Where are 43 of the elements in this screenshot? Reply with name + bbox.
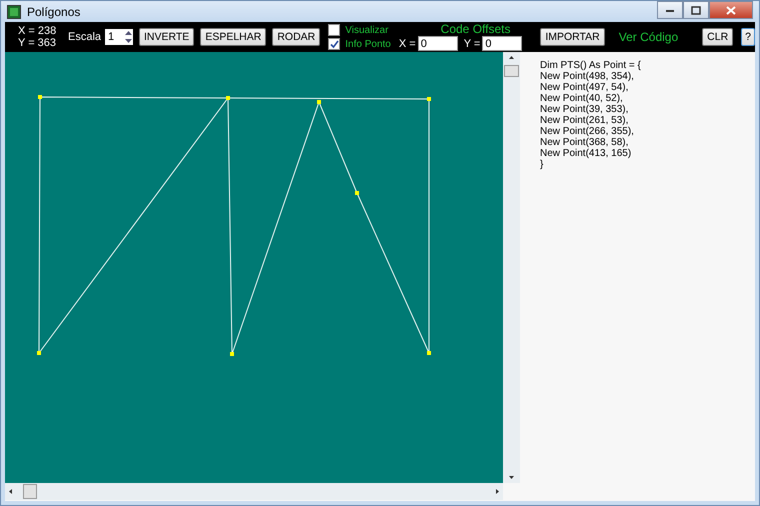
code-line: New Point(261, 53), (540, 115, 630, 126)
toolbar-button[interactable]: RODAR (272, 28, 320, 46)
checkbox-label: Info Ponto (345, 38, 391, 50)
code-line: New Point(40, 52), (540, 93, 624, 104)
help-button[interactable]: ? (741, 28, 755, 46)
checkbox-label: Visualizar (345, 24, 388, 36)
spinner-arrows-icon (124, 29, 133, 45)
clear-button[interactable]: CLR (702, 28, 734, 46)
coordinate-readout: Y = 363 (18, 37, 58, 49)
offset-field[interactable]: 0 (482, 36, 522, 51)
minimize-icon (665, 7, 675, 13)
close-icon (726, 6, 736, 14)
maximize-icon (691, 6, 701, 14)
toolbar-button[interactable]: ESPELHAR (200, 28, 266, 46)
view-code-label: Ver Código (618, 30, 678, 44)
close-button[interactable] (709, 1, 753, 19)
code-line: New Point(497, 54), (540, 82, 630, 93)
code-line: New Point(39, 353), (540, 104, 630, 115)
scale-spinner[interactable]: 1 (105, 29, 133, 45)
code-line: } (540, 159, 544, 170)
app-icon (7, 4, 21, 18)
minimize-button[interactable] (657, 1, 683, 19)
toolbar-button[interactable]: INVERTE (138, 28, 194, 46)
import-button[interactable]: IMPORTAR (540, 28, 605, 46)
maximize-button[interactable] (683, 1, 709, 19)
coordinate-readout: X = 238 (18, 25, 58, 37)
vertical-scrollbar[interactable] (503, 52, 520, 483)
offset-label: Y = (464, 38, 480, 50)
code-line: New Point(368, 58), (540, 137, 630, 148)
checkbox[interactable] (328, 38, 340, 50)
scale-label: Escala (68, 31, 102, 43)
window-title: Polígonos (27, 4, 80, 18)
scroll-thumb[interactable] (504, 65, 519, 77)
offset-label: X = (398, 38, 416, 50)
offset-field[interactable]: 0 (418, 36, 458, 51)
code-line: New Point(498, 354), (540, 71, 635, 82)
code-line: New Point(413, 165) (540, 148, 632, 159)
checkbox[interactable] (328, 24, 340, 36)
code-line: Dim PTS() As Point = { (540, 60, 642, 71)
horizontal-scrollbar[interactable] (5, 483, 503, 500)
scroll-thumb[interactable] (23, 484, 37, 499)
offsets-title: Code Offsets (440, 23, 510, 36)
code-line: New Point(266, 355), (540, 126, 635, 137)
